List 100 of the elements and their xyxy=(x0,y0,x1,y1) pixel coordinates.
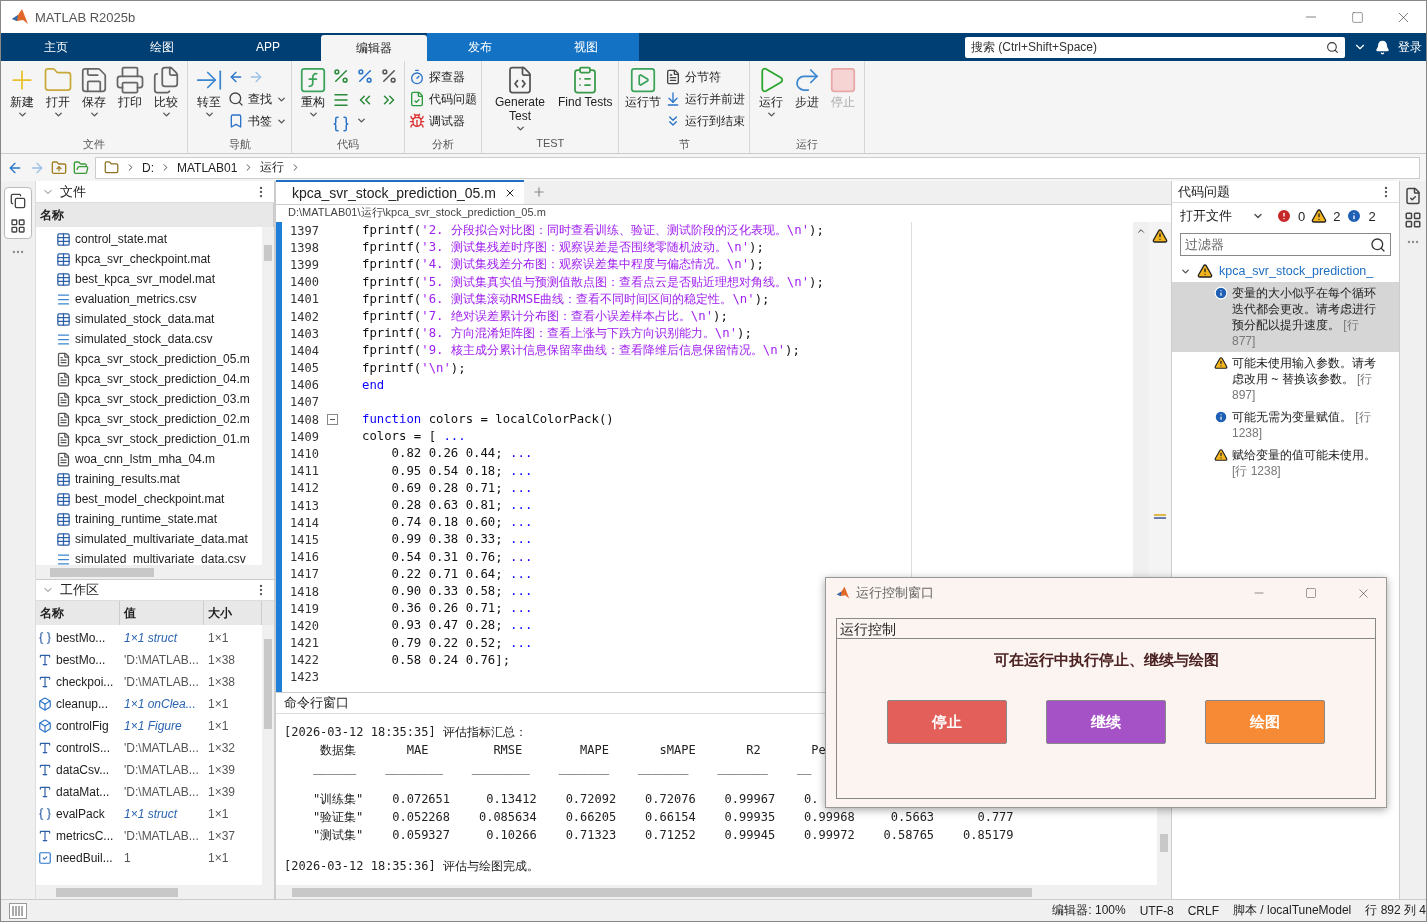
variable-name[interactable]: dataMat... xyxy=(56,785,110,799)
column-header[interactable]: 大小 xyxy=(204,601,262,625)
folder-browse-icon[interactable] xyxy=(73,159,89,176)
path-segment[interactable]: D: xyxy=(142,160,154,175)
variable-name[interactable]: cleanup... xyxy=(56,697,109,711)
ribbon-button[interactable]: Find Tests xyxy=(556,65,615,109)
grid-icon[interactable] xyxy=(1404,211,1422,229)
search-field[interactable]: 搜索 (Ctrl+Shift+Space) xyxy=(965,36,1345,58)
file-name[interactable]: evaluation_metrics.csv xyxy=(75,292,197,306)
percent-icon[interactable] xyxy=(332,67,350,85)
issue-marker[interactable] xyxy=(1154,514,1166,519)
variable-name[interactable]: metricsC... xyxy=(56,829,114,843)
folder-up-icon[interactable] xyxy=(51,159,67,176)
file-name[interactable]: simulated_multivariate_data.csv xyxy=(75,552,246,565)
maximize-icon[interactable] xyxy=(1350,10,1364,24)
file-tab[interactable]: kpca_svr_stock_prediction_05.m xyxy=(276,180,524,204)
ribbon-button[interactable]: 探查器 xyxy=(409,67,477,87)
file-name[interactable]: kpca_svr_stock_prediction_05.m xyxy=(75,352,250,366)
ribbon-button[interactable]: 调试器 xyxy=(409,111,477,131)
scrollbar[interactable] xyxy=(262,625,274,885)
file-name[interactable]: kpca_svr_stock_prediction_01.m xyxy=(75,432,250,446)
ribbon-button[interactable]: 转至 xyxy=(192,65,226,120)
ribbon-button[interactable]: 打印 xyxy=(113,65,147,109)
variable-name[interactable]: checkpoi... xyxy=(56,675,114,689)
ribbon-tab[interactable]: 视图 xyxy=(533,33,639,61)
scrollbar[interactable] xyxy=(262,227,274,565)
caret-icon xyxy=(52,109,64,120)
file-name[interactable]: best_model_checkpoint.mat xyxy=(75,492,225,506)
ribbon-button[interactable]: 运行并前进 xyxy=(665,89,746,109)
ribbon-button[interactable]: 新建 xyxy=(5,65,39,120)
file-name[interactable]: simulated_multivariate_data.mat xyxy=(75,532,248,546)
scrollbar[interactable] xyxy=(36,565,274,579)
ribbon-button[interactable]: Generate Test xyxy=(486,65,554,134)
file-name[interactable]: simulated_stock_data.csv xyxy=(75,332,213,346)
variable-name[interactable]: needBuil... xyxy=(56,851,113,865)
lines-icon[interactable] xyxy=(332,91,350,109)
issue-item[interactable]: 可能无需为变量赋值。 [行 1238] xyxy=(1172,406,1399,444)
ribbon-button[interactable]: 运行节 xyxy=(623,65,664,109)
columns-icon[interactable] xyxy=(9,902,27,919)
variable-name[interactable]: bestMo... xyxy=(56,631,106,645)
scroll-up-icon[interactable] xyxy=(1136,226,1146,236)
address-field[interactable]: D: MATLAB01 运行 xyxy=(95,156,1420,179)
file-name[interactable]: training_results.mat xyxy=(75,472,180,486)
percent-icon[interactable] xyxy=(380,67,398,85)
file-name[interactable]: control_state.mat xyxy=(75,232,168,246)
ribbon-button[interactable]: 保存 xyxy=(77,65,111,120)
file-name[interactable]: kpca_svr_checkpoint.mat xyxy=(75,252,211,266)
file-link[interactable]: kpca_svr_stock_prediction_ xyxy=(1219,264,1374,278)
code-line: fprintf('4. 测试集残差分布图：观察误差集中程度与偏态情况。\n'); xyxy=(362,256,764,274)
file-name[interactable]: simulated_stock_data.mat xyxy=(75,312,215,326)
variable-name[interactable]: controlS... xyxy=(56,741,111,755)
ribbon-button[interactable]: 书签 xyxy=(228,111,287,131)
ribbon-tab[interactable]: 编辑器 xyxy=(321,35,427,61)
percent-icon[interactable] xyxy=(356,67,374,85)
ribbon-button[interactable]: 运行 xyxy=(754,65,789,120)
ribbon-button[interactable]: 查找 xyxy=(228,89,287,109)
issue-item[interactable]: 变量的大小似乎在每个循环迭代都会更改。请考虑进行预分配以提升速度。 [行 877] xyxy=(1172,282,1399,352)
ribbon-button[interactable]: 分节符 xyxy=(665,67,746,87)
file-name[interactable]: kpca_svr_stock_prediction_04.m xyxy=(75,372,250,386)
ribbon-button[interactable]: 打开 xyxy=(41,65,75,120)
scope-dropdown[interactable]: 打开文件 xyxy=(1180,207,1264,225)
path-segment[interactable]: MATLAB01 xyxy=(177,160,238,175)
fold-icon[interactable] xyxy=(327,414,338,426)
action-button[interactable]: 继续 xyxy=(1046,700,1166,744)
panel-toggle-button[interactable] xyxy=(4,187,32,239)
variable-name[interactable]: evalPack xyxy=(56,807,105,821)
column-header[interactable]: 值 xyxy=(120,601,204,625)
ribbon-button[interactable]: 运行到结束 xyxy=(665,111,746,131)
ribbon-button[interactable]: 比较 xyxy=(149,65,183,120)
ribbon-button[interactable]: 步进 xyxy=(790,65,825,109)
ribbon-button[interactable]: 代码问题 xyxy=(409,89,477,109)
braces-icon[interactable] xyxy=(332,115,350,133)
ribbon-tab[interactable]: 绘图 xyxy=(109,33,215,61)
ribbon-tab[interactable]: 发布 xyxy=(427,33,533,61)
variable-size: 1×1 xyxy=(207,631,230,645)
variable-value: 1×1 Figure xyxy=(123,719,183,733)
variable-name[interactable]: dataCsv... xyxy=(56,763,110,777)
file-name[interactable]: training_runtime_state.mat xyxy=(75,512,218,526)
ribbon-button[interactable]: 重构 xyxy=(296,65,330,120)
issue-item[interactable]: 赋给变量的值可能未使用。 [行 1238] xyxy=(1172,444,1399,482)
scrollbar[interactable] xyxy=(36,885,274,899)
bell-icon[interactable] xyxy=(1375,39,1390,55)
issue-item[interactable]: 可能未使用输入参数。请考虑改用 ~ 替换该参数。 [行 897] xyxy=(1172,352,1399,406)
variable-name[interactable]: bestMo... xyxy=(56,653,106,667)
variable-name[interactable]: controlFig xyxy=(56,719,109,733)
login-link[interactable]: 登录 xyxy=(1398,38,1422,56)
ribbon-tab[interactable]: APP xyxy=(215,33,321,61)
file-name[interactable]: kpca_svr_stock_prediction_03.m xyxy=(75,392,250,406)
file-name[interactable]: woa_cnn_lstm_mha_04.m xyxy=(75,452,216,466)
path-segment[interactable]: 运行 xyxy=(260,159,285,176)
filter-field[interactable]: 过滤器 xyxy=(1180,233,1391,256)
code-issues-icon[interactable] xyxy=(1404,187,1422,205)
cube-icon xyxy=(38,719,52,733)
maximize-icon[interactable] xyxy=(1305,587,1317,599)
column-header[interactable]: 名称 xyxy=(36,601,120,625)
scrollbar[interactable] xyxy=(276,885,1171,899)
back-icon[interactable] xyxy=(228,69,244,85)
file-name[interactable]: kpca_svr_stock_prediction_02.m xyxy=(75,412,250,426)
file-name[interactable]: best_kpca_svr_model.mat xyxy=(75,272,216,286)
ribbon-tab[interactable]: 主页 xyxy=(3,33,109,61)
